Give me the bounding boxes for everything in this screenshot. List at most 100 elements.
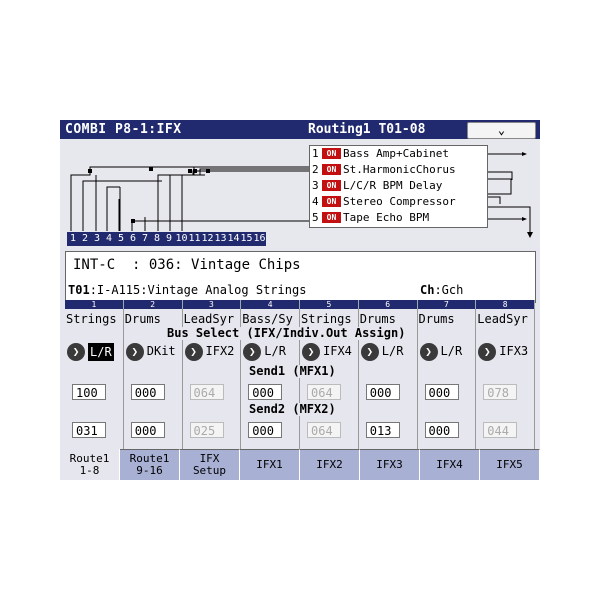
- timbre-category: Bass/Sy: [242, 312, 293, 326]
- track-number: 13: [214, 233, 227, 244]
- send2-field[interactable]: 044: [483, 422, 518, 438]
- send2-field[interactable]: 031: [72, 422, 106, 438]
- bank-label: INT-C: [73, 257, 116, 273]
- page-menu-button[interactable]: ⌄: [467, 122, 536, 139]
- track-number: 1: [69, 233, 77, 244]
- timbre-category: LeadSyr: [183, 312, 235, 326]
- bus-select-arrow-icon[interactable]: ❯: [125, 343, 144, 361]
- tab-ifx3[interactable]: IFX3: [360, 449, 420, 480]
- ifx-on-badge[interactable]: ON: [322, 196, 341, 207]
- ifx-slot-3[interactable]: 3 ON L/C/R BPM Delay: [312, 178, 442, 194]
- timbre-program-line: T01:I-A115:Vintage Analog Strings: [68, 283, 306, 297]
- bus-select-label: Bus Select (IFX/Indiv.Out Assign): [164, 327, 409, 340]
- send1-field[interactable]: 064: [307, 384, 341, 400]
- send2-field[interactable]: 000: [130, 422, 165, 438]
- ifx-effect-name: Stereo Compressor: [343, 195, 456, 208]
- send1-field[interactable]: 100: [72, 384, 106, 400]
- bus-select-arrow-icon[interactable]: ❯: [184, 343, 203, 361]
- combination-title: : 036: Vintage Chips: [132, 257, 301, 273]
- send2-field[interactable]: 013: [365, 422, 400, 438]
- track-number: 4: [105, 233, 113, 244]
- timbre-column-8: LeadSyr ❯ IFX3 078 044: [476, 309, 535, 449]
- tab-ifx1[interactable]: IFX1: [240, 449, 300, 480]
- channel-label: Ch:Gch: [420, 283, 464, 297]
- ifx-on-badge[interactable]: ON: [322, 212, 341, 223]
- combination-name[interactable]: INT-C : 036: Vintage Chips: [73, 257, 301, 273]
- track-number: 15: [240, 233, 253, 244]
- track-number: 2: [81, 233, 89, 244]
- track-number: 5: [117, 233, 125, 244]
- timbre-label: T01: [68, 283, 90, 297]
- ifx-on-badge[interactable]: ON: [322, 180, 341, 191]
- tab-ifx-setup[interactable]: IFX Setup: [180, 449, 240, 480]
- timbre-program-name: :I-A115:Vintage Analog Strings: [89, 283, 307, 297]
- bus-select-value[interactable]: L/R: [441, 344, 463, 358]
- tab-ifx5[interactable]: IFX5: [480, 449, 540, 480]
- tab-route1-1-8[interactable]: Route1 1-8: [60, 449, 120, 480]
- timbre-number: 4: [241, 300, 300, 309]
- send1-field[interactable]: 000: [248, 384, 283, 400]
- tab-route1-9-16[interactable]: Route1 9-16: [120, 449, 180, 480]
- ifx-slot-2[interactable]: 2 ON St.HarmonicChorus: [312, 162, 456, 178]
- timbre-number: 7: [418, 300, 477, 309]
- track-number: 12: [201, 233, 214, 244]
- timbre-number: 6: [359, 300, 418, 309]
- timbre-number: 5: [300, 300, 359, 309]
- send2-field[interactable]: 000: [248, 422, 283, 438]
- ifx-slot-4[interactable]: 4 ON Stereo Compressor: [312, 194, 456, 210]
- ifx-on-badge[interactable]: ON: [322, 148, 341, 159]
- ifx-chain-list: 1 ON Bass Amp+Cabinet 2 ON St.HarmonicChorus…: [309, 145, 488, 228]
- bus-select-value[interactable]: L/R: [88, 343, 114, 361]
- timbre-number: 2: [124, 300, 183, 309]
- send2-field[interactable]: 064: [307, 422, 341, 438]
- send1-field[interactable]: 000: [424, 384, 459, 400]
- send1-field[interactable]: 000: [130, 384, 165, 400]
- send1-field[interactable]: 064: [189, 384, 224, 400]
- ifx-slot-5[interactable]: 5 ON Tape Echo BPM: [312, 210, 429, 226]
- bus-select-arrow-icon[interactable]: ❯: [243, 343, 262, 361]
- track-number: 9: [165, 233, 173, 244]
- bus-select-arrow-icon[interactable]: ❯: [67, 343, 85, 361]
- timbre-number: 8: [476, 300, 535, 309]
- bus-select-arrow-icon[interactable]: ❯: [419, 343, 438, 361]
- timbre-column-1: Strings ❯ L/R 100 031: [65, 309, 124, 449]
- bus-select-value[interactable]: IFX4: [323, 344, 352, 358]
- track-number: 8: [153, 233, 161, 244]
- ifx-slot-1[interactable]: 1 ON Bass Amp+Cabinet: [312, 146, 449, 162]
- routing-diagram: 1 ON Bass Amp+Cabinet 2 ON St.HarmonicChorus…: [60, 139, 540, 247]
- send1-field[interactable]: 000: [365, 384, 400, 400]
- send1-label: Send1 (MFX1): [246, 365, 339, 378]
- send1-field[interactable]: 078: [483, 384, 518, 400]
- bus-select-value[interactable]: IFX3: [499, 344, 528, 358]
- ifx-on-badge[interactable]: ON: [322, 164, 341, 175]
- send2-field[interactable]: 000: [424, 422, 459, 438]
- page-subtitle: Routing1 T01-08: [308, 122, 426, 137]
- bus-select-value[interactable]: L/R: [264, 344, 286, 358]
- ifx-effect-name: L/C/R BPM Delay: [343, 179, 443, 192]
- program-panel[interactable]: INT-C : 036: Vintage Chips T01:I-A115:Vi…: [65, 251, 536, 303]
- bus-select-arrow-icon[interactable]: ❯: [360, 343, 379, 361]
- timbre-number-header: 12345678: [65, 300, 535, 309]
- bus-select-value[interactable]: DKit: [147, 344, 176, 358]
- track-number: 6: [129, 233, 137, 244]
- timbre-category: LeadSyr: [477, 312, 528, 326]
- bus-select-arrow-icon[interactable]: ❯: [302, 343, 320, 361]
- ifx-effect-name: St.HarmonicChorus: [343, 163, 456, 176]
- bus-select-value[interactable]: IFX2: [206, 344, 235, 358]
- track-number: 10: [175, 233, 188, 244]
- ifx-effect-name: Bass Amp+Cabinet: [343, 147, 449, 160]
- tab-ifx2[interactable]: IFX2: [300, 449, 360, 480]
- track-number: 3: [93, 233, 101, 244]
- tab-ifx4[interactable]: IFX4: [420, 449, 480, 480]
- track-number: 11: [188, 233, 201, 244]
- bus-select-arrow-icon[interactable]: ❯: [478, 343, 497, 361]
- bus-select-value[interactable]: L/R: [382, 344, 404, 358]
- timbre-category: Drums: [418, 312, 455, 326]
- chevron-down-icon: ⌄: [497, 123, 506, 137]
- track-number: 7: [141, 233, 149, 244]
- combi-ifx-screen: COMBI P8-1:IFX Routing1 T01-08 ⌄ 1 ON Ba…: [60, 120, 540, 480]
- timbre-category: Strings: [66, 312, 117, 326]
- send2-field[interactable]: 025: [189, 422, 224, 438]
- timbre-number: 3: [183, 300, 242, 309]
- page-title: COMBI P8-1:IFX: [65, 122, 182, 137]
